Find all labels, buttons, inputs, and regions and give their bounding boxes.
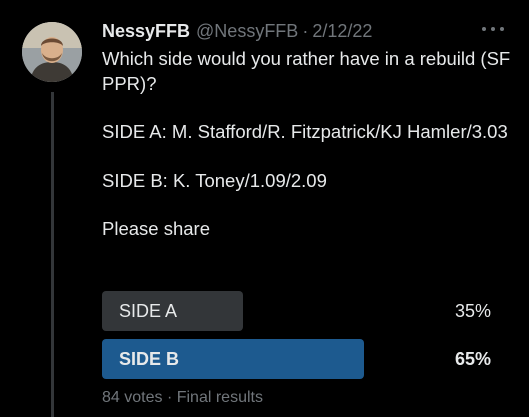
- tweet-date[interactable]: 2/12/22: [312, 21, 372, 42]
- tweet-line-side-a: SIDE A: M. Stafford/R. Fitzpatrick/KJ Ha…: [102, 121, 508, 142]
- vote-count: 84 votes: [102, 389, 163, 406]
- poll: SIDE A 35% SIDE B 65%: [102, 291, 497, 387]
- tweet-line-side-b: SIDE B: K. Toney/1.09/2.09: [102, 169, 327, 191]
- tweet-header: NessyFFB @NessyFFB · 2/12/22: [102, 21, 372, 45]
- poll-option-side-b: SIDE B 65%: [102, 339, 497, 379]
- author-handle[interactable]: @NessyFFB: [196, 21, 298, 42]
- poll-status: Final results: [176, 389, 263, 406]
- header-separator: ·: [302, 21, 309, 41]
- author-display-name[interactable]: NessyFFB: [102, 21, 190, 42]
- thread-connector-line: [51, 92, 54, 417]
- poll-option-percent: 35%: [454, 301, 491, 321]
- avatar-photo: [22, 22, 82, 82]
- poll-option-side-a: SIDE A 35%: [102, 291, 497, 331]
- avatar[interactable]: [22, 22, 82, 82]
- poll-option-percent: 65%: [454, 349, 491, 369]
- tweet-line-share: Please share: [102, 218, 210, 239]
- tweet-text: Which side would you rather have in a re…: [102, 47, 512, 242]
- tweet-line-question: Which side would you rather have in a re…: [102, 48, 511, 94]
- poll-footer: 84 votes · Final results: [102, 389, 263, 407]
- more-options-icon[interactable]: [482, 22, 504, 36]
- poll-option-label: SIDE B: [119, 349, 180, 369]
- footer-separator: ·: [166, 389, 173, 406]
- poll-option-label: SIDE A: [119, 301, 178, 321]
